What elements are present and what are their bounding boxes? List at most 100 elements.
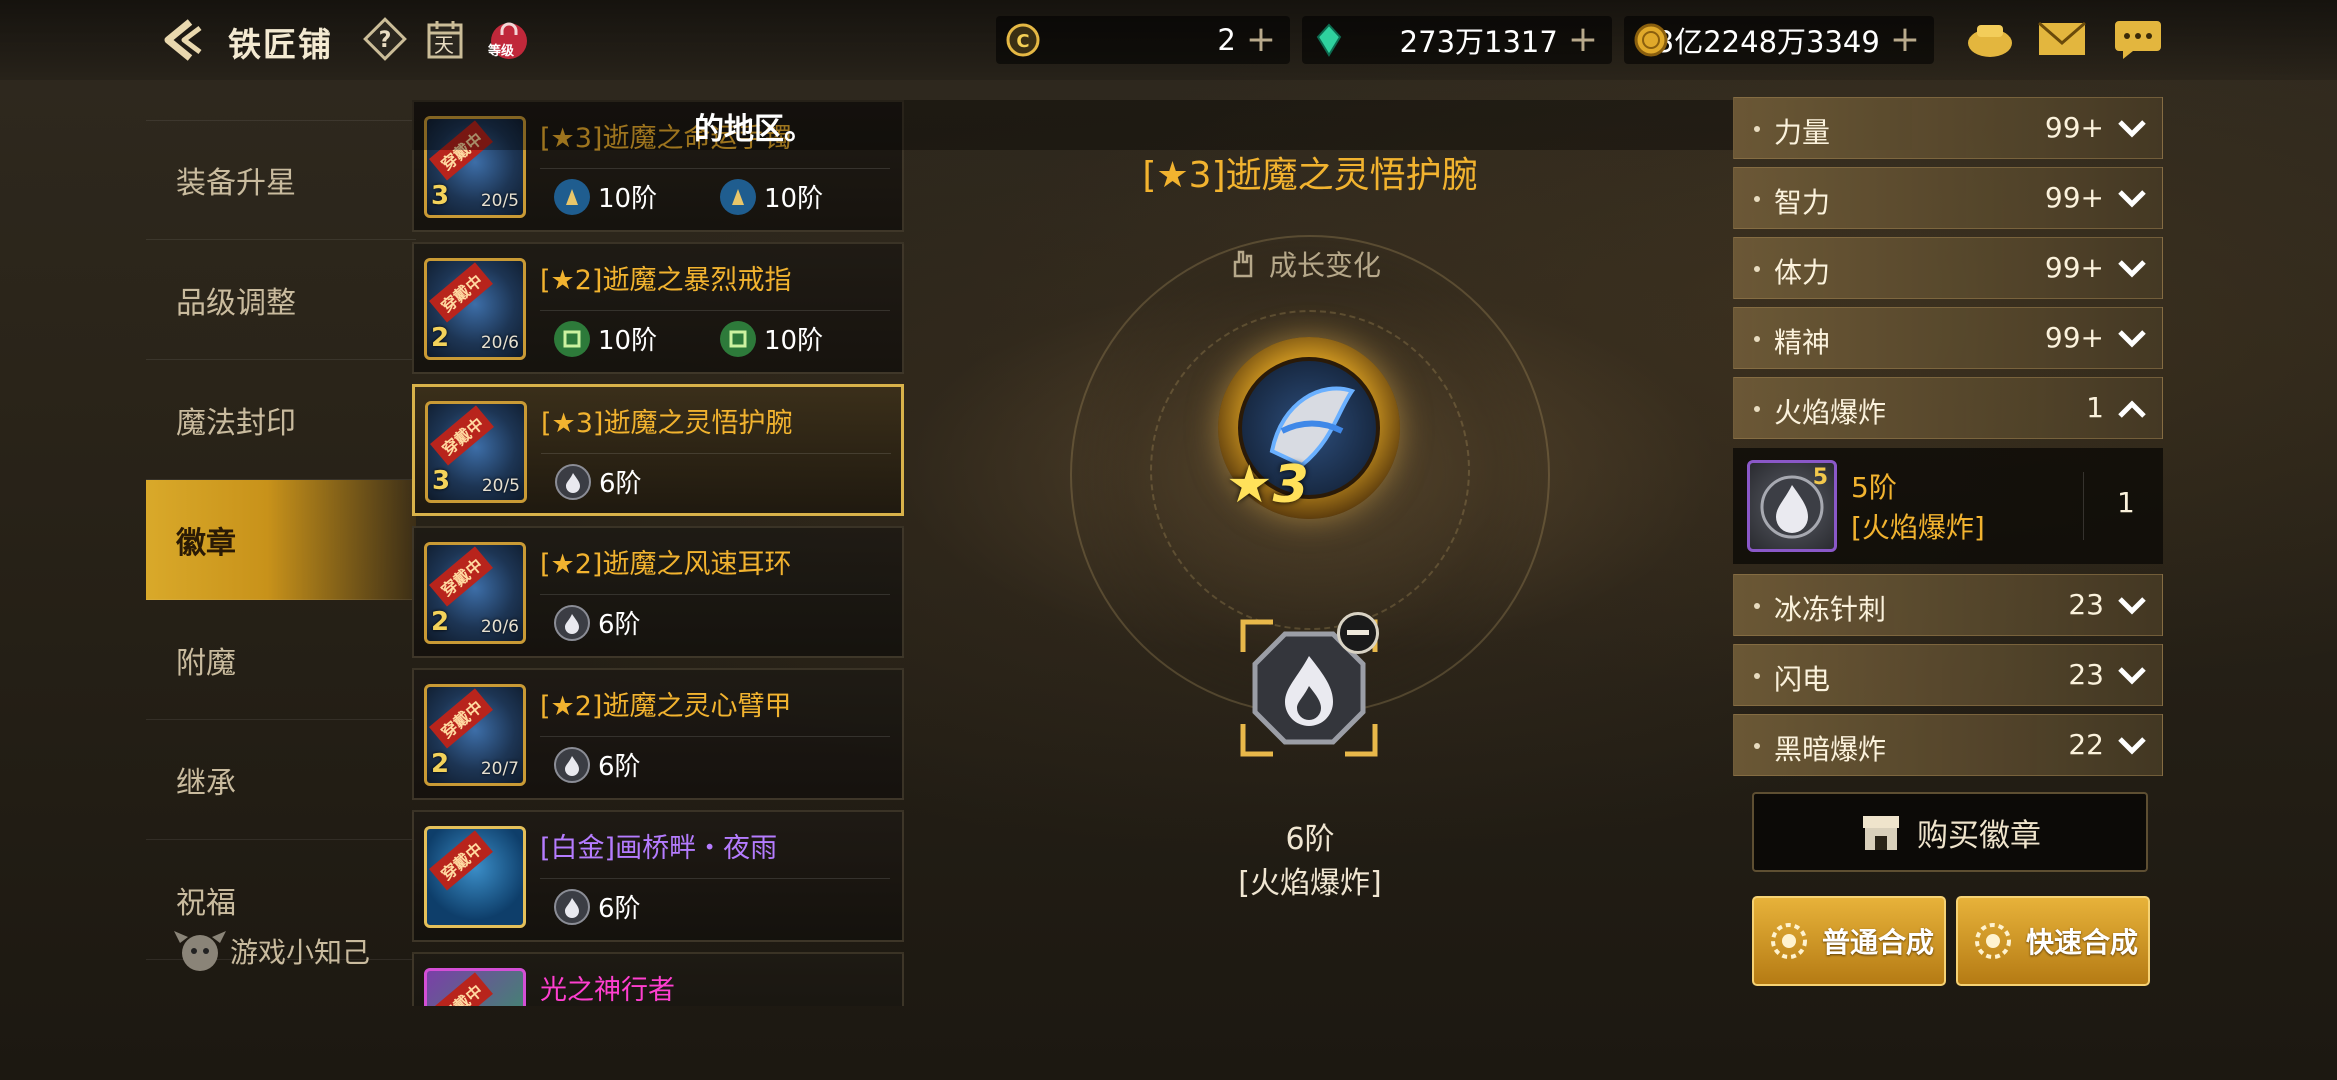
divider [540, 594, 890, 595]
stat-label: 精神 [1774, 326, 1831, 359]
nav-item-enchant[interactable]: 附魔 [146, 600, 416, 720]
stat-value: 99+ [2044, 181, 2104, 214]
stat-row-dark-burst[interactable]: 黑暗爆炸 22 [1733, 714, 2163, 776]
slot-level: 10阶 [598, 326, 658, 356]
list-item-selected[interactable]: 穿戴中 3 20/5 [★3]逝魔之灵悟护腕 6阶 [412, 384, 904, 516]
buy-emblem-button[interactable]: 购买徽章 [1752, 792, 2148, 872]
item-name: [白金]画桥畔・夜雨 [540, 833, 778, 864]
page-title: 铁匠铺 [228, 25, 333, 64]
crystal-box: 273万1317 + [1302, 16, 1612, 64]
emblem-slot: 6阶 [554, 746, 641, 783]
combine-gear-icon [1974, 923, 2011, 959]
stat-row-vitality[interactable]: 体力 99+ [1733, 237, 2163, 299]
divider [540, 736, 890, 737]
upgrade-progress: 20/7 [480, 759, 519, 779]
expanded-emblem-card[interactable]: 5 5阶 [火焰爆炸] 1 [1733, 448, 2163, 564]
green-emblem-icon [554, 320, 590, 357]
quick-combine-button[interactable]: 快速合成 [1956, 896, 2150, 986]
back-arrow-icon[interactable] [160, 16, 210, 64]
stat-row-strength[interactable]: 力量 99+ [1733, 97, 2163, 159]
add-crystal-button[interactable]: + [1568, 22, 1598, 58]
add-gold-button[interactable]: + [1890, 22, 1920, 58]
normal-combine-button[interactable]: 普通合成 [1752, 896, 1946, 986]
nav-item-label: 装备升星 [176, 166, 296, 201]
bullet-dot [1754, 336, 1760, 342]
cera-coin-value: 2 [1217, 23, 1236, 57]
stat-label: 火焰爆炸 [1774, 396, 1887, 429]
mail-icon[interactable] [2034, 16, 2090, 62]
upgrade-progress: 20/5 [480, 191, 519, 211]
nav-item-emblem[interactable]: 徽章 [146, 480, 416, 600]
star-level: 2 [431, 749, 450, 779]
slot-level: 6阶 [598, 752, 641, 782]
divider [540, 168, 890, 169]
equipment-thumbnail: 穿戴中 2 20/7 [424, 684, 526, 786]
notice-banner [412, 100, 1912, 150]
bullet-dot [1754, 406, 1760, 412]
list-item[interactable]: 穿戴中 2 20/7 [★2]逝魔之灵心臂甲 6阶 [412, 668, 904, 800]
calendar-icon[interactable]: 天 [422, 16, 468, 62]
cera-coin-box: C 2 + [996, 16, 1290, 64]
list-item[interactable]: 穿戴中 光之神行者 [412, 952, 904, 1006]
flame-emblem-gem-icon: 5 [1747, 460, 1837, 552]
wallet-icon[interactable] [1962, 16, 2018, 62]
svg-text:?: ? [379, 28, 392, 53]
stat-label: 体力 [1774, 256, 1831, 289]
help-icon[interactable]: ? [362, 16, 408, 62]
chevron-down-icon [2118, 190, 2146, 208]
gem-level-badge: 5 [1812, 465, 1828, 490]
star-level-number: 3 [1272, 455, 1309, 515]
bullet-dot [1754, 673, 1760, 679]
side-nav: 装备升星 品级调整 魔法封印 徽章 附魔 继承 祝福 [146, 120, 416, 960]
flame-emblem-icon [554, 888, 590, 925]
equipped-badge: 穿戴中 [429, 688, 493, 749]
nav-item-label: 徽章 [176, 525, 236, 561]
list-item[interactable]: 穿戴中 2 20/6 [★2]逝魔之暴烈戒指 10阶 10阶 [412, 242, 904, 374]
star-level-badge: ★3 [1226, 455, 1309, 515]
equipment-thumbnail: 穿戴中 3 20/5 [425, 401, 527, 503]
stat-row-flame-burst[interactable]: 火焰爆炸 1 [1733, 377, 2163, 439]
item-name: [★2]逝魔之灵心臂甲 [540, 691, 792, 722]
nav-item-magic-seal[interactable]: 魔法封印 [146, 360, 416, 480]
remove-emblem-icon[interactable] [1337, 612, 1379, 654]
divider [541, 453, 891, 454]
divider [540, 878, 890, 879]
chevron-down-icon [2118, 597, 2146, 615]
equipped-badge: 穿戴中 [429, 546, 493, 607]
stat-row-lightning[interactable]: 闪电 23 [1733, 644, 2163, 706]
level-lock-icon[interactable]: 等级 [486, 16, 532, 62]
chat-icon[interactable] [2110, 16, 2166, 62]
combine-gear-icon [1770, 923, 1807, 959]
emblem-list[interactable]: 穿戴中 3 20/5 [★3]逝魔之命运手镯 10阶 10阶 穿戴中 2 20/… [412, 100, 904, 1006]
game-tips-button[interactable]: 游戏小知己 [170, 925, 370, 977]
nav-item-label: 附魔 [176, 645, 236, 681]
chevron-down-icon [2118, 120, 2146, 138]
gold-box: 3亿2248万3349 + [1624, 16, 1934, 64]
star-level: 2 [431, 323, 450, 353]
growth-change-button[interactable]: 成长变化 [1225, 244, 1381, 284]
crystal-value: 273万1317 [1399, 25, 1558, 59]
stat-row-ice-spike[interactable]: 冰冻针刺 23 [1733, 574, 2163, 636]
calendar-char: 天 [434, 33, 454, 57]
nav-item-grade-adjust[interactable]: 品级调整 [146, 240, 416, 360]
slot-level-text: 6阶 [1285, 822, 1335, 857]
stat-value: 99+ [2044, 111, 2104, 144]
nav-item-star-up[interactable]: 装备升星 [146, 120, 416, 240]
flame-emblem-icon [554, 604, 590, 641]
upgrade-progress: 20/5 [481, 476, 520, 496]
list-item[interactable]: 穿戴中 [白金]画桥畔・夜雨 6阶 [412, 810, 904, 942]
green-emblem-icon [720, 320, 756, 357]
emblem-slot-large[interactable] [1233, 612, 1385, 764]
list-item[interactable]: 穿戴中 2 20/6 [★2]逝魔之风速耳环 6阶 [412, 526, 904, 658]
star-level: 2 [431, 607, 450, 637]
chevron-down-icon [2118, 330, 2146, 348]
stat-row-intelligence[interactable]: 智力 99+ [1733, 167, 2163, 229]
stat-row-spirit[interactable]: 精神 99+ [1733, 307, 2163, 369]
hand-icon [1233, 250, 1253, 278]
mascot-icon [174, 931, 226, 971]
buy-emblem-label: 购买徽章 [1917, 817, 2041, 854]
slot-type-text: [火焰爆炸] [1238, 866, 1382, 901]
add-cera-button[interactable]: + [1246, 22, 1276, 58]
nav-item-inherit[interactable]: 继承 [146, 720, 416, 840]
emblem-slot: 10阶 [554, 178, 657, 215]
